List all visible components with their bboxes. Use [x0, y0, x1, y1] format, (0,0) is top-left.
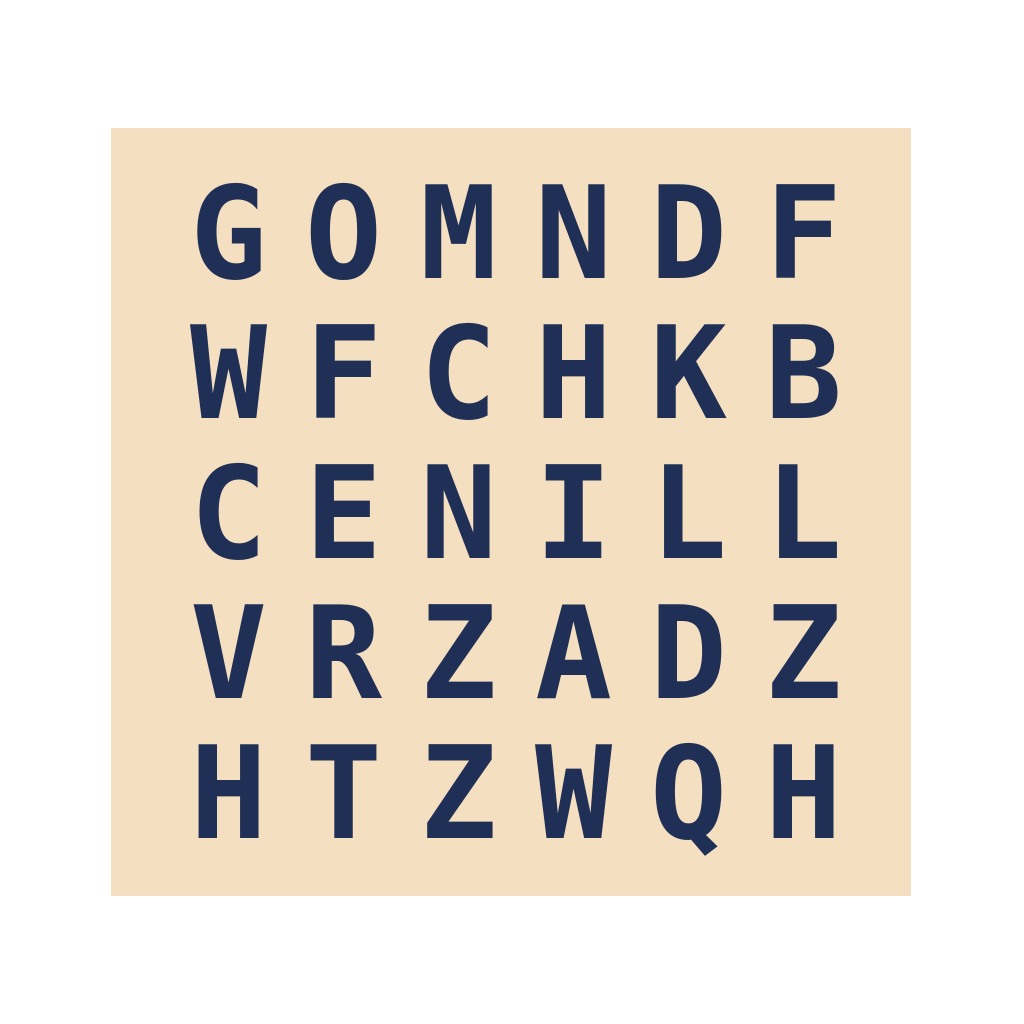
- letter-cell-r4-c1[interactable]: T: [286, 720, 401, 880]
- letter-cell-r3-c0[interactable]: V: [171, 580, 286, 740]
- letter: I: [534, 440, 613, 589]
- letter: Q: [649, 720, 728, 869]
- letter: G: [189, 160, 268, 309]
- letter: C: [419, 300, 498, 449]
- letter-cell-r4-c4[interactable]: Q: [631, 720, 746, 880]
- letter-cell-r4-c2[interactable]: Z: [401, 720, 516, 880]
- letter-cell-r4-c0[interactable]: H: [171, 720, 286, 880]
- letter: L: [764, 440, 843, 589]
- letter: M: [419, 160, 498, 309]
- letter: E: [304, 440, 383, 589]
- letter: R: [304, 580, 383, 729]
- letter-cell-r4-c3[interactable]: W: [516, 720, 631, 880]
- letter: H: [764, 720, 843, 869]
- letter-cell-r0-c0[interactable]: G: [171, 160, 286, 320]
- letter: C: [189, 440, 268, 589]
- letter-cell-r0-c3[interactable]: N: [516, 160, 631, 320]
- letter-cell-r0-c1[interactable]: O: [286, 160, 401, 320]
- letter-cell-r3-c5[interactable]: Z: [746, 580, 861, 740]
- letter-cell-r4-c5[interactable]: H: [746, 720, 861, 880]
- letter-cell-r2-c0[interactable]: C: [171, 440, 286, 600]
- letter-cell-r3-c2[interactable]: Z: [401, 580, 516, 740]
- letter-grid: G O M N D F W F C H K B C E N I L L V R …: [171, 160, 861, 880]
- letter-cell-r1-c5[interactable]: B: [746, 300, 861, 460]
- letter-cell-r2-c2[interactable]: N: [401, 440, 516, 600]
- letter-cell-r2-c1[interactable]: E: [286, 440, 401, 600]
- letter: A: [534, 580, 613, 729]
- letter: N: [534, 160, 613, 309]
- letter: Z: [419, 720, 498, 869]
- letter-cell-r1-c1[interactable]: F: [286, 300, 401, 460]
- letter: D: [649, 160, 728, 309]
- letter-cell-r0-c5[interactable]: F: [746, 160, 861, 320]
- letter: W: [189, 300, 268, 449]
- letter-cell-r0-c2[interactable]: M: [401, 160, 516, 320]
- letter: W: [534, 720, 613, 869]
- letter: F: [764, 160, 843, 309]
- letter: T: [304, 720, 383, 869]
- letter: Z: [419, 580, 498, 729]
- letter: V: [189, 580, 268, 729]
- letter-cell-r3-c3[interactable]: A: [516, 580, 631, 740]
- letter: L: [649, 440, 728, 589]
- letter: B: [764, 300, 843, 449]
- letter-cell-r3-c4[interactable]: D: [631, 580, 746, 740]
- letter-cell-r2-c3[interactable]: I: [516, 440, 631, 600]
- letter-cell-r2-c4[interactable]: L: [631, 440, 746, 600]
- letter: K: [649, 300, 728, 449]
- letter: O: [304, 160, 383, 309]
- letter: H: [189, 720, 268, 869]
- letter-cell-r1-c4[interactable]: K: [631, 300, 746, 460]
- letter-cell-r2-c5[interactable]: L: [746, 440, 861, 600]
- word-search-board: G O M N D F W F C H K B C E N I L L V R …: [111, 128, 911, 896]
- letter: D: [649, 580, 728, 729]
- letter-cell-r3-c1[interactable]: R: [286, 580, 401, 740]
- letter: H: [534, 300, 613, 449]
- letter: Z: [764, 580, 843, 729]
- letter-cell-r0-c4[interactable]: D: [631, 160, 746, 320]
- letter-cell-r1-c0[interactable]: W: [171, 300, 286, 460]
- letter: F: [304, 300, 383, 449]
- letter-cell-r1-c3[interactable]: H: [516, 300, 631, 460]
- letter: N: [419, 440, 498, 589]
- letter-cell-r1-c2[interactable]: C: [401, 300, 516, 460]
